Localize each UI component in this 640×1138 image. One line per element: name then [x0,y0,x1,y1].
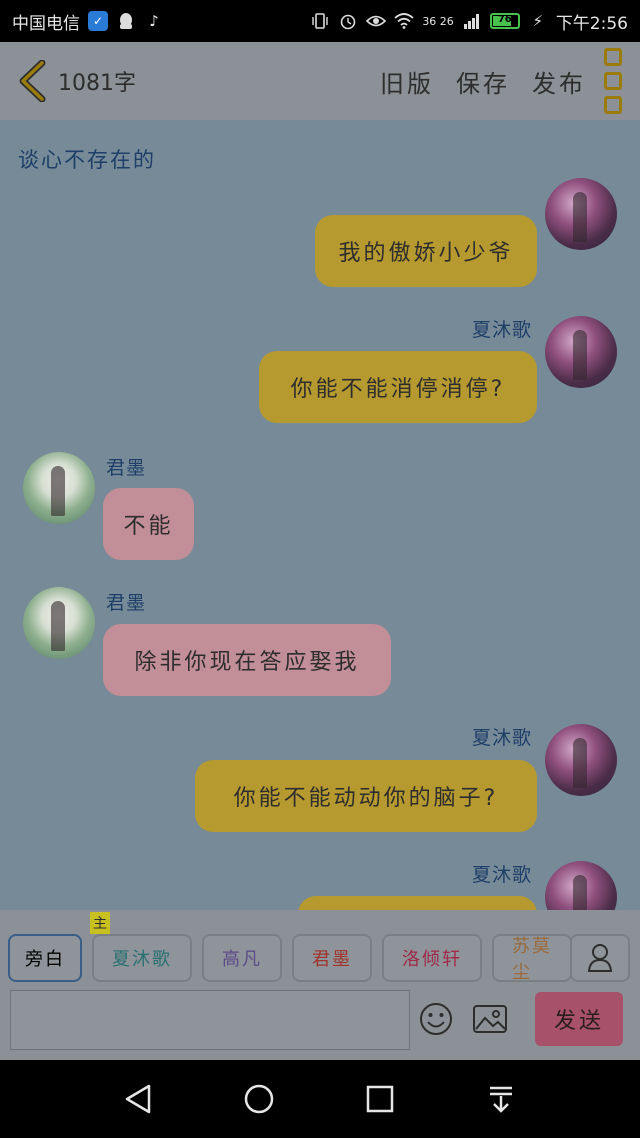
chat-area[interactable]: 谈心不存在的 我的傲娇小少爷 夏沐歌 你能不能消停消停? 君墨 不能 君墨 除非… [0,120,640,910]
message-bubble[interactable]: 不能 [103,488,194,560]
back-triangle-icon [125,1084,151,1114]
main-role-tag: 主 [90,912,110,934]
carrier-label: 中国电信 [12,13,80,34]
sender-name: 夏沐歌 [472,864,533,886]
role-label: 高凡 [222,949,262,970]
role-label: 君墨 [312,949,352,970]
role-jun-mo[interactable]: 君墨 [292,934,372,982]
nav-notifications-button[interactable] [481,1079,521,1119]
image-icon[interactable] [472,1004,508,1034]
chat-title: 谈心不存在的 [18,148,156,172]
charging-icon: ⚡ [532,12,544,30]
emoji-icon[interactable] [418,1001,454,1037]
vibrate-icon [310,11,330,31]
shield-icon: ✓ [88,11,108,31]
publish-button[interactable]: 发布 [532,64,586,99]
avatar[interactable] [545,861,617,910]
status-bar: 中国电信 ✓ ♪ 36 26 76 ⚡ 下午2:56 [0,0,640,42]
top-bar: 1081字 旧版 保存 发布 [0,42,640,120]
avatar[interactable] [23,587,95,659]
user-icon [587,944,613,972]
message-bubble[interactable]: 你能不能消停消停? [259,351,537,423]
battery-level: 76 [497,14,512,25]
word-count: 1081字 [58,71,136,96]
system-nav-bar [0,1060,640,1138]
role-xia-muge[interactable]: 主 夏沐歌 [90,912,192,982]
message-bubble[interactable]: 你能不能动动你的脑子? [195,760,537,832]
manage-roles-button[interactable] [570,934,630,982]
role-gao-fan[interactable]: 高凡 [202,934,282,982]
avatar[interactable] [545,178,617,250]
message-bubble[interactable]: 除非你现在答应娶我 [103,624,391,696]
sender-name: 君墨 [106,592,147,614]
avatar[interactable] [545,316,617,388]
pull-down-icon [490,1086,512,1113]
avatar[interactable] [545,724,617,796]
alarm-icon [338,11,358,31]
battery-icon: 76 [489,13,520,29]
home-circle-icon [244,1084,274,1114]
nav-recents-button[interactable] [360,1079,400,1119]
role-selector: 旁白 主 夏沐歌 高凡 君墨 洛倾轩 苏莫尘 [8,912,572,984]
back-arrow-icon[interactable] [18,60,46,102]
nav-back-button[interactable] [118,1079,158,1119]
network-label: 36 26 [422,14,454,28]
old-version-button[interactable]: 旧版 [380,64,434,99]
role-luo-qingxuan[interactable]: 洛倾轩 [382,934,482,982]
recents-square-icon [366,1085,394,1113]
nav-home-button[interactable] [239,1079,279,1119]
avatar[interactable] [23,452,95,524]
message-bubble[interactable]: 我的傲娇小少爷 [315,215,537,287]
role-label: 苏莫尘 [512,936,552,982]
sender-name: 君墨 [106,457,147,479]
more-menu-icon[interactable] [604,48,622,114]
role-label: 旁白 [25,949,65,970]
role-su-mochen[interactable]: 苏莫尘 [492,934,572,982]
save-button[interactable]: 保存 [456,64,510,99]
sender-name: 夏沐歌 [472,319,533,341]
wifi-icon [394,11,414,31]
message-input[interactable] [10,990,410,1050]
eye-icon [366,11,387,31]
role-label: 洛倾轩 [402,949,462,970]
qq-icon [116,11,136,31]
clock: 下午2:56 [555,13,628,34]
send-button[interactable]: 发送 [535,992,623,1046]
message-bubble[interactable] [298,896,537,910]
signal-icon [462,11,482,31]
role-label: 夏沐歌 [112,949,172,970]
sender-name: 夏沐歌 [472,727,533,749]
role-narrator[interactable]: 旁白 [8,934,82,982]
tiktok-icon: ♪ [149,12,159,30]
